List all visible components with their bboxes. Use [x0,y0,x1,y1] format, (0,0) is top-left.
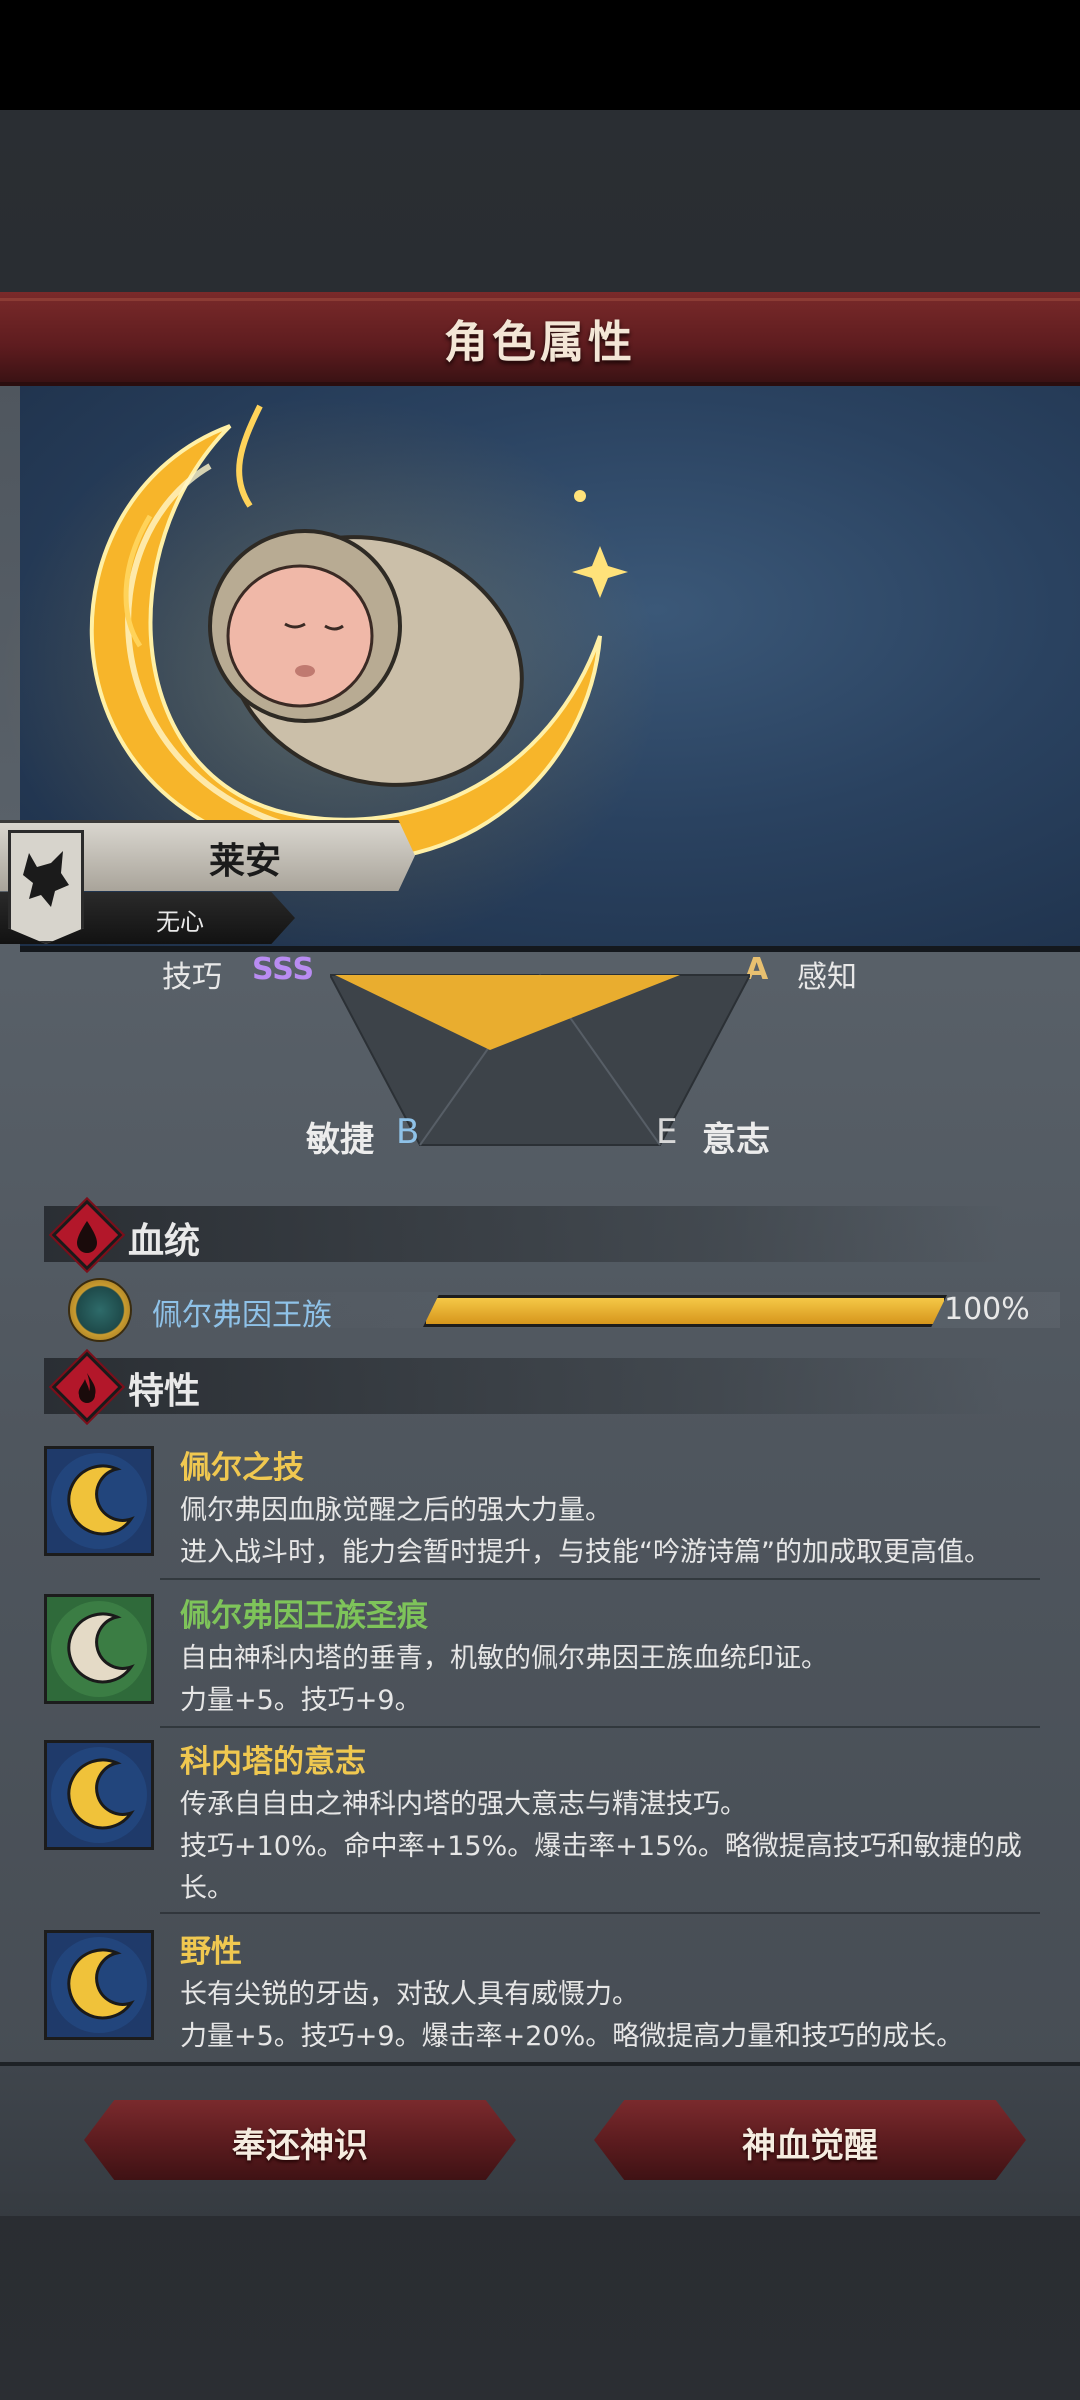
stat-radar-chart [330,974,750,1146]
return-divine-sense-button[interactable] [84,2100,516,2180]
crescent-moon-icon[interactable] [44,1930,154,2040]
trait-divider [160,1726,1040,1728]
trait-name: 佩尔弗因王族圣痕 [180,1598,428,1634]
trait-name: 科内塔的意志 [180,1744,366,1780]
traits-section-title: 特性 [128,1371,201,1412]
trait-effect: 力量+5。技巧+9。 [180,1685,422,1716]
bloodline-progress-bar [423,1295,947,1327]
page-title: 角色属性 [444,317,636,368]
stat-grade-skill: SSS [252,952,315,987]
trait-divider [160,1578,1040,1580]
trait-effect: 进入战斗时，能力会暂时提升，与技能“吟游诗篇”的加成取更高值。 [180,1537,991,1568]
wolf-emblem-icon [8,830,84,944]
trait-name: 佩尔之技 [180,1450,304,1486]
trait-description: 长有尖锐的牙齿，对敌人具有威慑力。 [180,1979,639,2010]
bloodline-section-title: 血统 [128,1221,201,1262]
character-subtitle: 无心 [156,908,204,936]
bloodline-percent: 100% [944,1292,1030,1327]
trait-description: 佩尔弗因血脉觉醒之后的强大力量。 [180,1495,612,1526]
trait-description: 自由神科内塔的垂青，机敏的佩尔弗因王族血统印证。 [180,1643,828,1674]
bloodline-name: 佩尔弗因王族 [152,1298,332,1333]
bloodline-progress-fill [426,1298,944,1324]
royal-medal-icon [68,1278,132,1342]
stat-label-skill: 技巧 [162,960,222,995]
trait-description: 传承自自由之神科内塔的强大意志与精湛技巧。 [180,1789,747,1820]
trait-name: 野性 [180,1934,242,1970]
stat-grade-agility: B [396,1112,420,1152]
character-name: 莱安 [208,841,281,882]
stat-label-will: 意志 [702,1120,770,1160]
stat-label-perception: 感知 [797,960,857,995]
crescent-moon-icon[interactable] [44,1446,154,1556]
trait-effect: 技巧+10%。命中率+15%。爆击率+15%。略微提高技巧和敏捷的成 [180,1831,1022,1862]
status-bar [0,0,1080,110]
trait-effect-continued: 长。 [180,1873,234,1904]
stat-grade-will: E [656,1112,678,1152]
crescent-moon-icon[interactable] [44,1740,154,1850]
divine-blood-awaken-button[interactable] [594,2100,1026,2180]
stat-label-agility: 敏捷 [306,1120,374,1160]
trait-effect: 力量+5。技巧+9。爆击率+20%。略微提高力量和技巧的成长。 [180,2021,964,2052]
trait-divider [160,1912,1040,1914]
crescent-moon-icon[interactable] [44,1594,154,1704]
